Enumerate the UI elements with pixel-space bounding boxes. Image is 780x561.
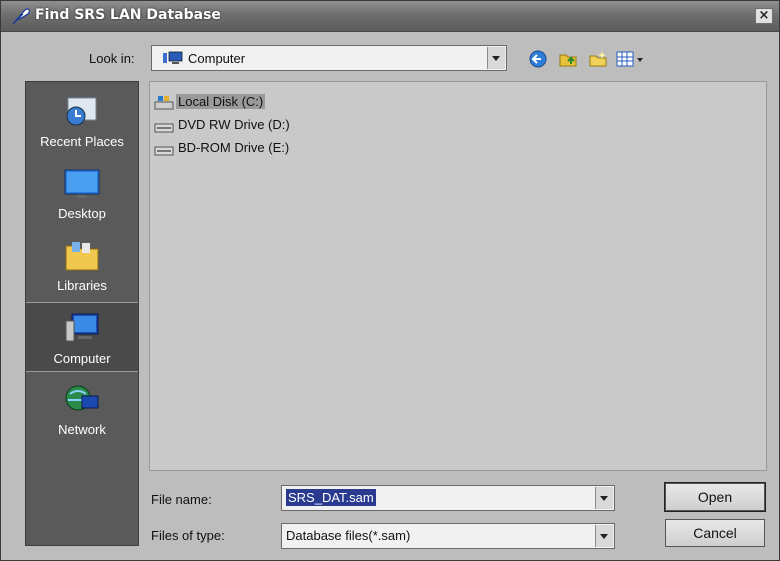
look-in-label: Look in: — [89, 51, 135, 66]
file-name-dropdown-button[interactable] — [595, 487, 613, 509]
recent-places-icon — [66, 97, 97, 126]
file-type-label: Files of type: — [151, 528, 225, 543]
places-bar: Recent Places Desktop Libraries Computer… — [25, 81, 139, 546]
place-computer[interactable]: Computer — [26, 302, 138, 372]
close-button[interactable]: × — [755, 8, 773, 24]
computer-icon — [65, 313, 99, 342]
computer-small-icon — [163, 51, 183, 64]
feather-icon — [12, 8, 30, 25]
place-label: Desktop — [58, 206, 106, 221]
file-type-combobox[interactable]: Database files(*.sam) — [281, 523, 615, 549]
file-name-value[interactable]: SRS_DAT.sam — [286, 489, 376, 506]
list-item-label: BD-ROM Drive (E:) — [178, 140, 290, 155]
dvd-drive-icon — [154, 123, 174, 133]
file-type-dropdown-button[interactable] — [595, 525, 613, 547]
place-label: Libraries — [57, 278, 107, 293]
place-label: Network — [58, 422, 106, 437]
look-in-dropdown-button[interactable] — [487, 47, 505, 69]
place-libraries[interactable]: Libraries — [26, 230, 138, 298]
libraries-icon — [65, 242, 99, 271]
desktop-icon — [64, 169, 100, 198]
new-folder-icon[interactable] — [587, 49, 609, 69]
place-desktop[interactable]: Desktop — [26, 158, 138, 226]
bd-drive-icon — [154, 146, 174, 156]
back-arrow-icon[interactable] — [527, 49, 549, 69]
list-item-label: Local Disk (C:) — [176, 94, 266, 109]
look-in-value: Computer — [188, 51, 246, 66]
find-database-dialog: Find SRS LAN Database × Look in: Compute… — [0, 0, 780, 561]
open-button[interactable]: Open — [664, 482, 766, 512]
file-type-value: Database files(*.sam) — [286, 528, 411, 543]
file-name-combobox[interactable]: SRS_DAT.sam — [281, 485, 615, 511]
cancel-button[interactable]: Cancel — [665, 519, 765, 547]
network-icon — [65, 385, 99, 411]
up-folder-icon[interactable] — [557, 49, 579, 69]
list-item-label: DVD RW Drive (D:) — [178, 117, 290, 132]
place-recent-places[interactable]: Recent Places — [26, 86, 138, 154]
place-label: Recent Places — [40, 134, 124, 149]
place-label: Computer — [53, 351, 111, 366]
title-bar[interactable]: Find SRS LAN Database × — [1, 1, 779, 32]
views-menu-icon[interactable] — [615, 49, 645, 69]
place-network[interactable]: Network — [26, 374, 138, 442]
file-list[interactable]: Local Disk (C:) DVD RW Drive (D:) BD-ROM… — [149, 81, 767, 471]
look-in-combobox[interactable]: Computer — [151, 45, 507, 71]
local-disk-icon — [154, 96, 174, 110]
window-title: Find SRS LAN Database — [35, 7, 221, 23]
file-name-label: File name: — [151, 492, 212, 507]
